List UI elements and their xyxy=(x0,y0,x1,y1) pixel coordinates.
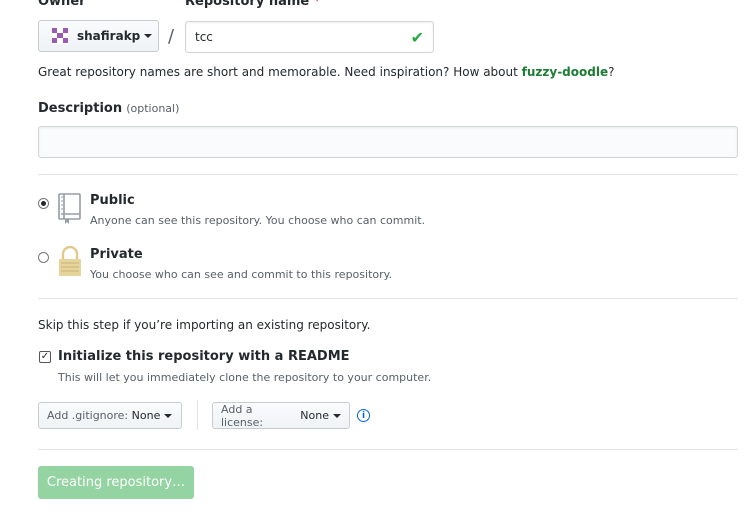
gitignore-value: None xyxy=(131,409,161,422)
required-mark: * xyxy=(313,0,321,9)
repo-book-icon xyxy=(58,193,81,224)
gitignore-prefix: Add .gitignore: xyxy=(47,409,129,422)
divider xyxy=(38,174,738,175)
owner-select[interactable]: shafirakp xyxy=(38,20,159,52)
description-label-text: Description xyxy=(38,101,123,116)
owner-avatar-icon xyxy=(52,28,68,44)
info-icon[interactable]: i xyxy=(357,409,370,422)
vertical-divider xyxy=(197,400,198,430)
hint-prefix: Great repository names are short and mem… xyxy=(38,65,522,79)
check-icon: ✔ xyxy=(410,27,424,47)
gitignore-select[interactable]: Add .gitignore: None xyxy=(38,402,182,429)
create-repository-button[interactable]: Creating repository… xyxy=(38,466,194,499)
readme-checkbox[interactable]: ✓ xyxy=(39,351,51,363)
chevron-down-icon xyxy=(144,34,153,38)
public-note: Anyone can see this repository. You choo… xyxy=(90,214,426,227)
public-title: Public xyxy=(90,193,135,208)
license-value: None xyxy=(300,409,329,422)
optional-note: (optional) xyxy=(126,102,180,115)
repo-name-value: tcc xyxy=(195,30,213,44)
private-title: Private xyxy=(90,247,143,262)
readme-note: This will let you immediately clone the … xyxy=(58,371,432,384)
chevron-down-icon xyxy=(164,413,173,418)
license-prefix: Add a license: xyxy=(221,402,264,429)
name-suggestion-link[interactable]: fuzzy-doodle xyxy=(522,65,608,79)
divider xyxy=(38,298,738,299)
lock-icon xyxy=(59,246,81,276)
public-radio[interactable] xyxy=(38,198,49,209)
chevron-down-icon xyxy=(333,413,341,418)
repo-name-label: Repository name * xyxy=(185,0,321,9)
owner-label: Owner xyxy=(38,0,86,9)
owner-value: shafirakp xyxy=(77,29,141,43)
license-select[interactable]: Add a license: None xyxy=(212,402,350,429)
divider xyxy=(38,449,738,450)
repo-name-label-text: Repository name xyxy=(185,0,310,9)
repo-name-hint: Great repository names are short and mem… xyxy=(38,65,614,79)
owner-repo-separator: / xyxy=(168,26,175,47)
private-radio[interactable] xyxy=(38,252,49,263)
repo-name-input[interactable]: tcc ✔ xyxy=(185,21,434,53)
hint-suffix: ? xyxy=(608,65,615,79)
description-input[interactable] xyxy=(38,126,738,158)
import-note: Skip this step if you’re importing an ex… xyxy=(38,318,371,332)
readme-label[interactable]: Initialize this repository with a README xyxy=(58,349,350,364)
private-note: You choose who can see and commit to thi… xyxy=(90,268,393,281)
description-label: Description (optional) xyxy=(38,101,179,116)
